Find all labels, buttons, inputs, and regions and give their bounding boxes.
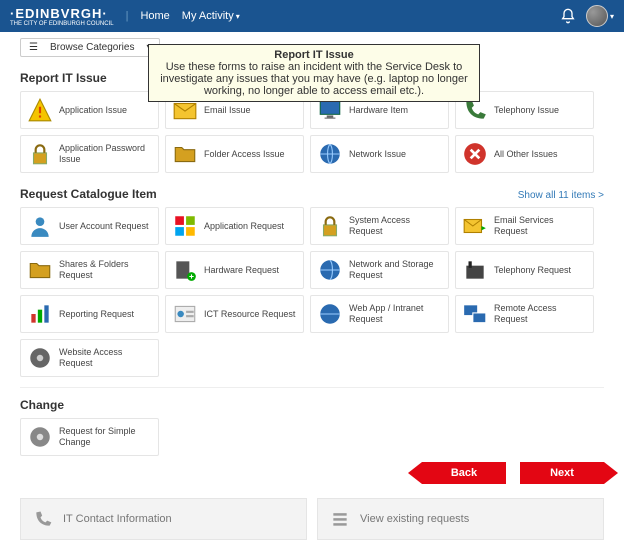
card-email-services-request[interactable]: Email Services Request [455,207,594,245]
card-label: Hardware Request [204,265,279,276]
card-label: Network Issue [349,149,406,160]
card-hardware-request[interactable]: Hardware Request [165,251,304,289]
footer-cards: IT Contact Information View existing req… [20,498,604,540]
footer-existing-label: View existing requests [360,513,469,525]
envelope-arrow-icon [462,213,488,239]
card-reporting-request[interactable]: Reporting Request [20,295,159,333]
card-label: ICT Resource Request [204,309,295,320]
card-label: Reporting Request [59,309,134,320]
phone-icon [33,509,53,529]
card-app-password-issue[interactable]: Application Password Issue [20,135,159,173]
next-button[interactable]: Next [520,462,604,484]
card-user-account-request[interactable]: User Account Request [20,207,159,245]
bar-chart-icon [27,301,53,327]
card-label: Telephony Issue [494,105,559,116]
card-application-request[interactable]: Application Request [165,207,304,245]
top-navbar: ·EDINBVRGH· THE CITY OF EDINBURGH COUNCI… [0,0,624,32]
brand-subtext: THE CITY OF EDINBURGH COUNCIL [10,21,114,27]
windows-icon [172,213,198,239]
card-folder-access-issue[interactable]: Folder Access Issue [165,135,304,173]
card-label: Email Issue [204,105,251,116]
card-website-access-request[interactable]: Website Access Request [20,339,159,377]
card-label: Website Access Request [59,347,152,369]
bell-icon[interactable] [560,8,576,24]
avatar-icon [586,5,608,27]
list-icon [330,509,350,529]
card-application-issue[interactable]: Application Issue [20,91,159,129]
card-request-simple-change[interactable]: Request for Simple Change [20,418,159,456]
globe-icon [317,141,343,167]
card-shares-folders-request[interactable]: Shares & Folders Request [20,251,159,289]
hamburger-icon: ☰ [29,42,38,53]
change-grid: Request for Simple Change [20,418,604,456]
footer-it-contact[interactable]: IT Contact Information [20,498,307,540]
card-label: Request for Simple Change [59,426,152,448]
report-grid: Application Issue Email Issue Hardware I… [20,91,604,173]
card-label: Remote Access Request [494,303,587,325]
callout-title: Report IT Issue [157,49,471,61]
card-label: Shares & Folders Request [59,259,152,281]
card-label: Network and Storage Request [349,259,442,281]
main-content: Report IT Issue Application Issue Email … [0,71,624,560]
brand-text: ·EDINBVRGH· [10,6,108,21]
footer-contact-label: IT Contact Information [63,513,172,525]
card-system-access-request[interactable]: System Access Request [310,207,449,245]
folder-icon [27,257,53,283]
gear-icon [27,424,53,450]
id-badge-icon [172,301,198,327]
back-button[interactable]: Back [422,462,506,484]
nav-home-link[interactable]: Home [140,10,169,22]
warning-triangle-icon [27,97,53,123]
browse-categories-dropdown[interactable]: ☰ Browse Categories ▾ [20,38,160,57]
server-plus-icon [172,257,198,283]
catalogue-grid: User Account Request Application Request… [20,207,604,377]
card-label: Application Password Issue [59,143,152,165]
x-circle-icon [462,141,488,167]
footer-view-existing[interactable]: View existing requests [317,498,604,540]
chevron-down-icon: ▾ [236,12,240,21]
padlock-icon [317,213,343,239]
card-label: Hardware Item [349,105,408,116]
remote-desktop-icon [462,301,488,327]
show-all-link[interactable]: Show all 11 items > [518,190,604,201]
card-label: Folder Access Issue [204,149,285,160]
brand-logo: ·EDINBVRGH· THE CITY OF EDINBURGH COUNCI… [10,6,114,27]
nav-arrows: Back Next [20,462,604,484]
card-label: Application Request [204,221,284,232]
nav-my-activity-label: My Activity [182,10,234,22]
nav-separator: | [126,10,129,22]
card-network-storage-request[interactable]: Network and Storage Request [310,251,449,289]
globe-icon [317,257,343,283]
gear-icon [27,345,53,371]
card-label: Application Issue [59,105,127,116]
browse-categories-label: Browse Categories [50,42,134,53]
navbar-right: ▾ [560,5,614,27]
card-network-issue[interactable]: Network Issue [310,135,449,173]
card-web-app-intranet-request[interactable]: Web App / Intranet Request [310,295,449,333]
card-label: Telephony Request [494,265,571,276]
padlock-icon [27,141,53,167]
card-label: All Other Issues [494,149,558,160]
desk-phone-icon [462,257,488,283]
navbar-left: ·EDINBVRGH· THE CITY OF EDINBURGH COUNCI… [10,6,240,27]
user-icon [27,213,53,239]
nav-my-activity-link[interactable]: My Activity▾ [182,10,240,22]
card-telephony-request[interactable]: Telephony Request [455,251,594,289]
callout-body: Use these forms to raise an incident wit… [157,61,471,97]
card-ict-resource-request[interactable]: ICT Resource Request [165,295,304,333]
globe-icon [317,301,343,327]
card-label: Web App / Intranet Request [349,303,442,325]
info-callout: Report IT Issue Use these forms to raise… [148,44,480,102]
folder-icon [172,141,198,167]
section-divider [20,387,604,388]
chevron-down-icon: ▾ [610,12,614,21]
user-avatar[interactable]: ▾ [586,5,614,27]
card-label: System Access Request [349,215,442,237]
card-label: Email Services Request [494,215,587,237]
card-all-other-issues[interactable]: All Other Issues [455,135,594,173]
card-remote-access-request[interactable]: Remote Access Request [455,295,594,333]
section-title-change: Change [20,398,604,412]
section-title-catalogue: Request Catalogue Item [20,187,157,201]
card-label: User Account Request [59,221,149,232]
